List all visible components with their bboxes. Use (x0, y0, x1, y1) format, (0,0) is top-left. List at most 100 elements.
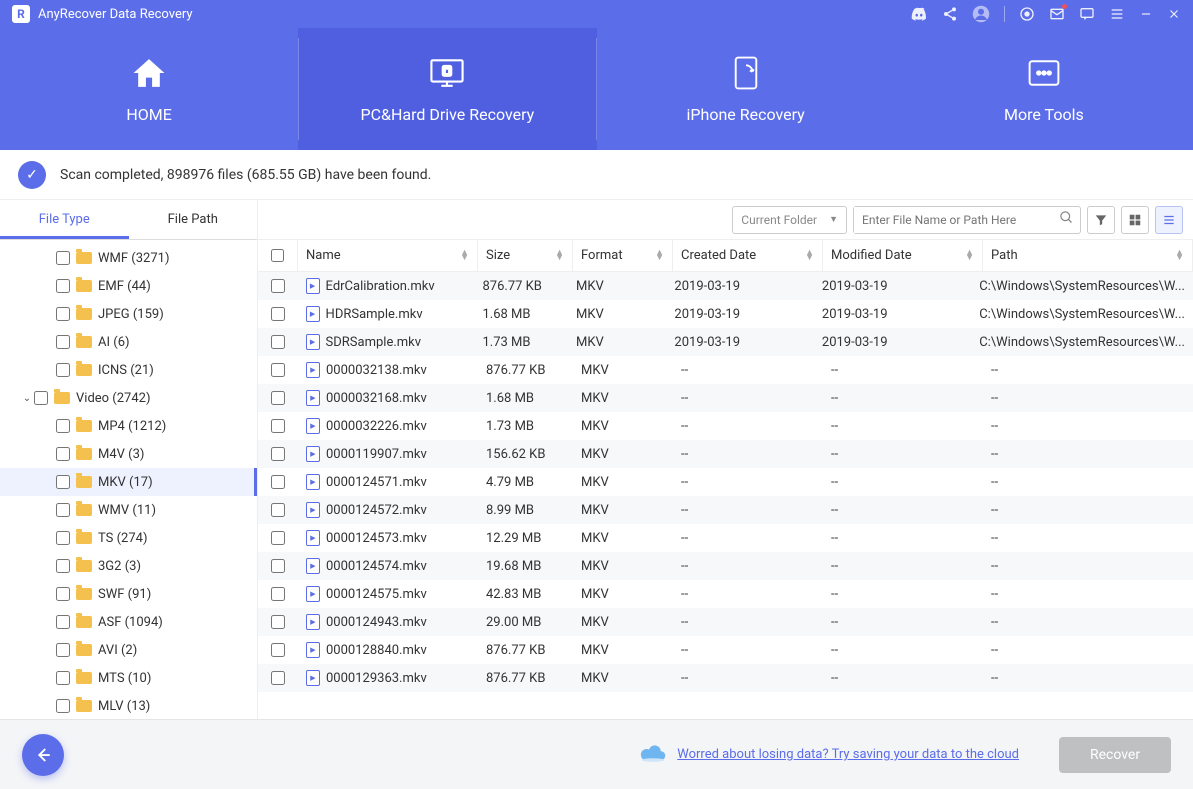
table-row[interactable]: SDRSample.mkv 1.73 MB MKV 2019-03-19 201… (258, 328, 1193, 356)
tree-item[interactable]: M4V (3) (0, 440, 257, 468)
table-row[interactable]: 0000032168.mkv 1.68 MB MKV -- -- -- (258, 384, 1193, 412)
table-row[interactable]: 0000124572.mkv 8.99 MB MKV -- -- -- (258, 496, 1193, 524)
tree-checkbox[interactable] (56, 531, 70, 545)
row-checkbox[interactable] (271, 307, 285, 321)
tab-file-type[interactable]: File Type (0, 200, 129, 239)
tab-label: File Path (168, 212, 218, 227)
row-checkbox[interactable] (271, 503, 285, 517)
tree-checkbox[interactable] (56, 363, 70, 377)
tree-checkbox[interactable] (56, 643, 70, 657)
back-button[interactable] (22, 734, 64, 776)
folder-scope-dropdown[interactable]: Current Folder ▼ (732, 206, 847, 234)
table-row[interactable]: 0000032138.mkv 876.77 KB MKV -- -- -- (258, 356, 1193, 384)
cell-format: MKV (573, 671, 673, 686)
tree-item[interactable]: TS (274) (0, 524, 257, 552)
table-row[interactable]: 0000124575.mkv 42.83 MB MKV -- -- -- (258, 580, 1193, 608)
share-icon[interactable] (942, 6, 958, 22)
row-checkbox[interactable] (271, 279, 285, 293)
row-checkbox[interactable] (271, 419, 285, 433)
table-row[interactable]: 0000119907.mkv 156.62 KB MKV -- -- -- (258, 440, 1193, 468)
tree-item[interactable]: MLV (13) (0, 692, 257, 719)
menu-icon[interactable] (1109, 6, 1125, 22)
row-checkbox[interactable] (271, 671, 285, 685)
filter-button[interactable] (1087, 206, 1115, 234)
close-icon[interactable] (1167, 7, 1181, 21)
minimize-icon[interactable] (1139, 7, 1153, 21)
tree-item[interactable]: AVI (2) (0, 636, 257, 664)
tree-checkbox[interactable] (56, 447, 70, 461)
col-size[interactable]: Size▲▼ (478, 240, 573, 271)
recover-button[interactable]: Recover (1059, 737, 1171, 773)
table-row[interactable]: HDRSample.mkv 1.68 MB MKV 2019-03-19 201… (258, 300, 1193, 328)
tree-item[interactable]: AI (6) (0, 328, 257, 356)
row-checkbox[interactable] (271, 335, 285, 349)
tree-checkbox[interactable] (56, 475, 70, 489)
row-checkbox[interactable] (271, 475, 285, 489)
row-checkbox[interactable] (271, 531, 285, 545)
file-type-tree[interactable]: WMF (3271)EMF (44)JPEG (159)AI (6)ICNS (… (0, 240, 257, 719)
tree-checkbox[interactable] (56, 503, 70, 517)
table-row[interactable]: 0000124571.mkv 4.79 MB MKV -- -- -- (258, 468, 1193, 496)
search-input[interactable] (854, 207, 1059, 233)
tab-file-path[interactable]: File Path (129, 200, 258, 239)
cloud-backup-link[interactable]: Worred about losing data? Try saving you… (639, 743, 1019, 767)
tree-checkbox[interactable] (56, 279, 70, 293)
row-checkbox[interactable] (271, 587, 285, 601)
list-view-button[interactable] (1155, 206, 1183, 234)
tree-item[interactable]: WMV (11) (0, 496, 257, 524)
user-icon[interactable] (972, 5, 990, 23)
row-checkbox[interactable] (271, 559, 285, 573)
tree-checkbox[interactable] (56, 615, 70, 629)
table-row[interactable]: 0000124573.mkv 12.29 MB MKV -- -- -- (258, 524, 1193, 552)
tree-item[interactable]: 3G2 (3) (0, 552, 257, 580)
col-path[interactable]: Path▲▼ (983, 240, 1193, 271)
tree-checkbox[interactable] (56, 587, 70, 601)
col-modified[interactable]: Modified Date▲▼ (823, 240, 983, 271)
tree-item[interactable]: MKV (17) (0, 468, 257, 496)
row-checkbox[interactable] (271, 615, 285, 629)
tree-item[interactable]: EMF (44) (0, 272, 257, 300)
tree-checkbox[interactable] (56, 419, 70, 433)
table-row[interactable]: 0000129363.mkv 876.77 KB MKV -- -- -- (258, 664, 1193, 692)
table-row[interactable]: 0000124943.mkv 29.00 MB MKV -- -- -- (258, 608, 1193, 636)
nav-home[interactable]: HOME (0, 28, 298, 150)
tree-item[interactable]: MTS (10) (0, 664, 257, 692)
grid-view-button[interactable] (1121, 206, 1149, 234)
mail-icon[interactable] (1049, 6, 1065, 22)
target-icon[interactable] (1019, 6, 1035, 22)
table-row[interactable]: EdrCalibration.mkv 876.77 KB MKV 2019-03… (258, 272, 1193, 300)
video-file-icon (306, 670, 320, 686)
nav-more-tools[interactable]: More Tools (895, 28, 1193, 150)
nav-iphone-recovery[interactable]: iPhone Recovery (597, 28, 895, 150)
tree-item[interactable]: ASF (1094) (0, 608, 257, 636)
col-created[interactable]: Created Date▲▼ (673, 240, 823, 271)
tree-checkbox[interactable] (56, 671, 70, 685)
row-checkbox[interactable] (271, 643, 285, 657)
tree-checkbox[interactable] (34, 391, 48, 405)
tree-checkbox[interactable] (56, 251, 70, 265)
tree-item[interactable]: ICNS (21) (0, 356, 257, 384)
select-all[interactable] (258, 240, 298, 271)
tree-item[interactable]: MP4 (1212) (0, 412, 257, 440)
tree-checkbox[interactable] (56, 559, 70, 573)
search-icon[interactable] (1059, 210, 1074, 229)
table-row[interactable]: 0000124574.mkv 19.68 MB MKV -- -- -- (258, 552, 1193, 580)
tree-checkbox[interactable] (56, 335, 70, 349)
discord-icon[interactable] (910, 7, 928, 21)
feedback-icon[interactable] (1079, 6, 1095, 22)
row-checkbox[interactable] (271, 363, 285, 377)
col-format[interactable]: Format▲▼ (573, 240, 673, 271)
table-row[interactable]: 0000032226.mkv 1.73 MB MKV -- -- -- (258, 412, 1193, 440)
row-checkbox[interactable] (271, 391, 285, 405)
col-name[interactable]: Name▲▼ (298, 240, 478, 271)
tree-group-video[interactable]: ⌄Video (2742) (0, 384, 257, 412)
tree-checkbox[interactable] (56, 307, 70, 321)
row-checkbox[interactable] (271, 447, 285, 461)
cell-name: 0000124574.mkv (326, 559, 427, 574)
tree-item[interactable]: JPEG (159) (0, 300, 257, 328)
tree-checkbox[interactable] (56, 699, 70, 713)
table-row[interactable]: 0000128840.mkv 876.77 KB MKV -- -- -- (258, 636, 1193, 664)
tree-item[interactable]: SWF (91) (0, 580, 257, 608)
nav-pc-recovery[interactable]: PC&Hard Drive Recovery (298, 28, 596, 150)
tree-item[interactable]: WMF (3271) (0, 244, 257, 272)
